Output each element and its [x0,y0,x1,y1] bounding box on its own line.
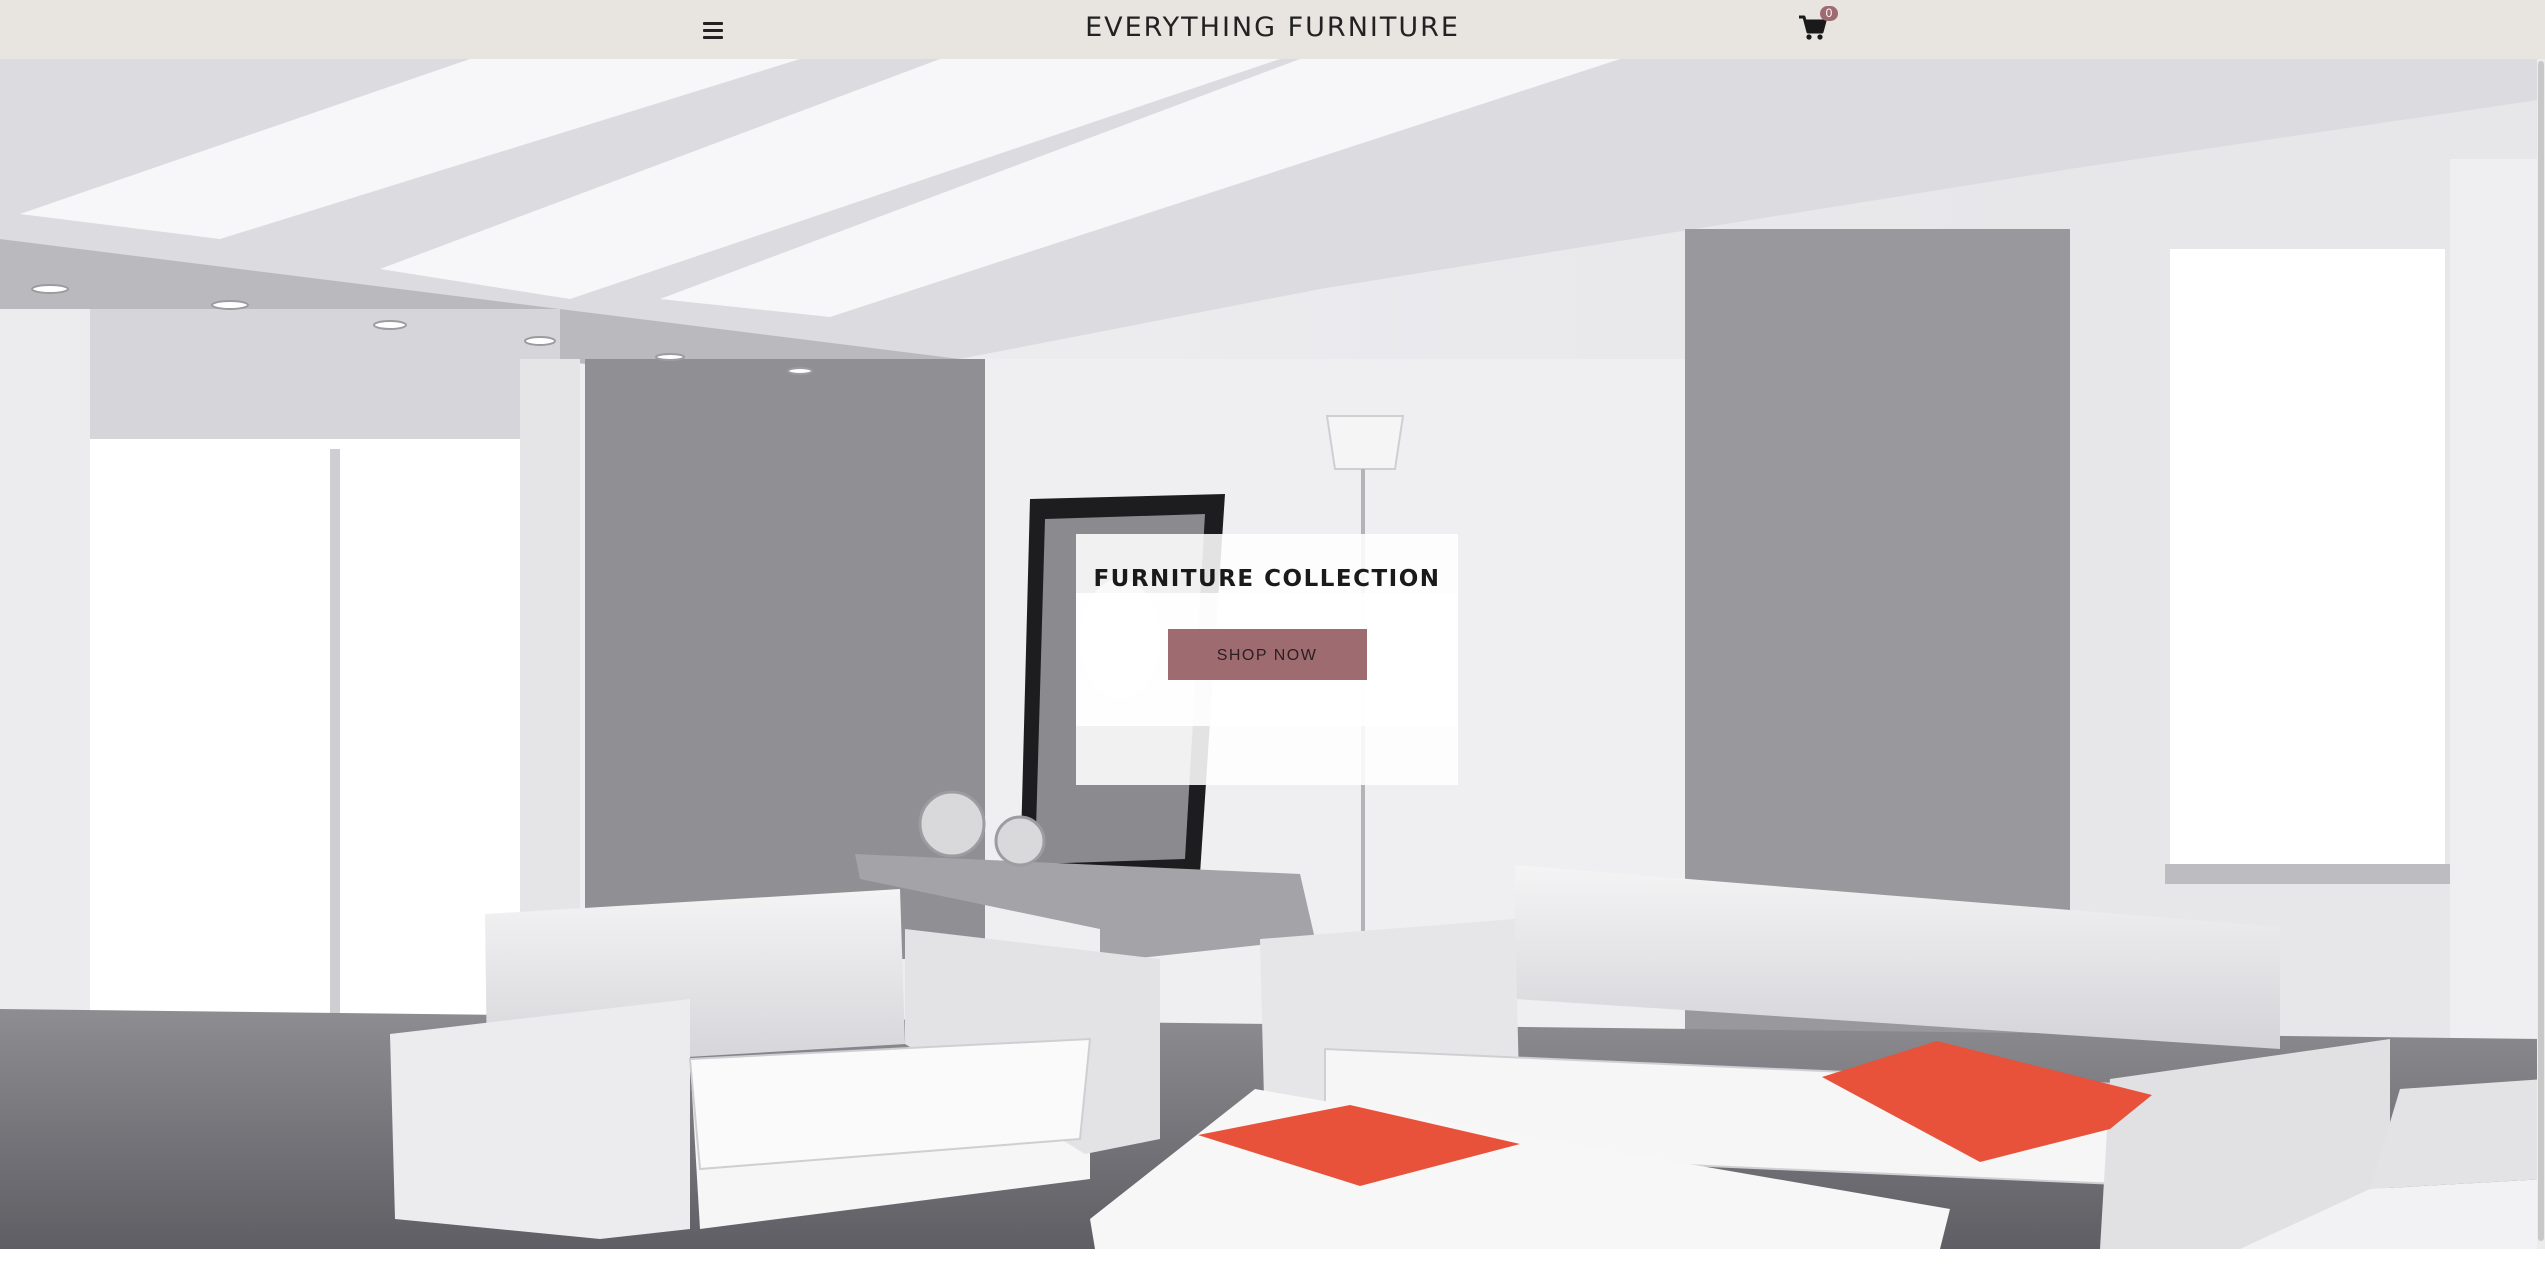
cart-count-badge: 0 [1820,6,1838,21]
top-navigation-bar: EVERYTHING FURNITURE 0 [0,0,2545,60]
shop-now-button[interactable]: SHOP NOW [1167,629,1367,680]
scrollbar-thumb[interactable] [2538,61,2544,1241]
promo-content: FURNITURE COLLECTION SHOP NOW [1076,534,1458,726]
site-brand-title[interactable]: EVERYTHING FURNITURE [0,12,2545,43]
hero-title: FURNITURE COLLECTION [1093,566,1441,592]
page-scrollbar[interactable] [2537,59,2545,1249]
shopping-cart-icon[interactable]: 0 [1798,6,1838,44]
